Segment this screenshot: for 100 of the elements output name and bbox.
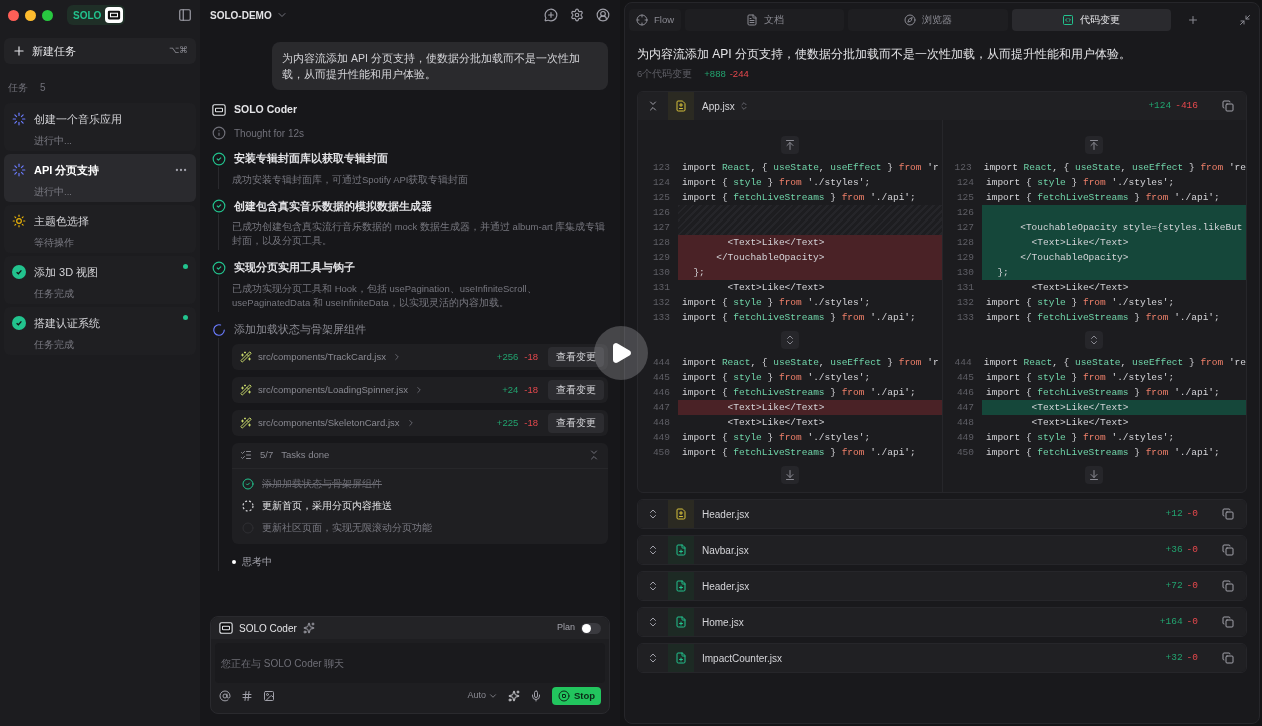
todo-item: 更新首页，采用分页内容推送 — [262, 499, 392, 513]
file-name[interactable]: ImpactCounter.jsx — [702, 650, 783, 666]
line-number: 131 — [651, 280, 671, 295]
lines-removed: -18 — [524, 415, 538, 430]
expand-up-icon — [784, 139, 796, 152]
code-line: import { fetchLiveStreams } from './api'; — [681, 385, 917, 400]
copy-icon[interactable] — [1222, 616, 1234, 629]
line-number: 447 — [651, 400, 671, 415]
line-number: 450 — [651, 445, 671, 460]
tools-icon[interactable] — [302, 622, 315, 634]
todo-label: Tasks done — [281, 448, 330, 463]
step-description: 已成功创建包含真实流行音乐数据的 mock 数据生成器，并通过 album-art 库集成专辑封面，以及分页工具。 — [232, 220, 607, 249]
expand-lines-button[interactable] — [781, 136, 799, 155]
account-icon[interactable] — [596, 8, 610, 22]
lines-added: +256 — [496, 349, 519, 364]
code-line: import React, { useState, useEffect } from 'r — [681, 355, 940, 370]
code-line: import { style } from './styles'; — [681, 370, 872, 385]
play-button[interactable] — [594, 326, 648, 380]
expand-lines-button[interactable] — [781, 466, 799, 485]
sparkle-icon[interactable] — [507, 690, 520, 702]
stop-button[interactable]: Stop — [551, 687, 601, 705]
caret-icon — [487, 691, 498, 701]
line-number: 446 — [651, 385, 671, 400]
panel-tab[interactable]: 浏览器 — [848, 9, 1008, 31]
task-item[interactable]: API 分页支持 进行中... — [4, 154, 196, 202]
file-name[interactable]: Header.jsx — [702, 578, 750, 594]
sidebar-toggle-icon[interactable] — [178, 8, 192, 22]
copy-icon[interactable] — [1222, 508, 1234, 521]
view-changes-button[interactable]: 查看变更 — [548, 412, 604, 433]
microphone-icon[interactable] — [529, 690, 542, 702]
copy-icon[interactable] — [1222, 100, 1234, 113]
copy-icon[interactable] — [1222, 544, 1234, 557]
expand-lines-button[interactable] — [1085, 136, 1103, 155]
code-line: import { fetchLiveStreams } from './api'; — [985, 310, 1221, 325]
line-number: 445 — [955, 370, 975, 385]
step-description: 已成功实现分页工具和 Hook，包括 usePagination、useInfiniteScroll、usePaginatedData 和 useInfiniteData，以实现灵活的内容加载。 — [232, 282, 538, 310]
lines-removed: -0 — [1186, 615, 1198, 630]
agent-selector[interactable]: SOLO Coder — [239, 620, 297, 636]
line-number: 130 — [651, 265, 671, 280]
new-task-button[interactable]: 新建任务 ⌥⌘ — [4, 38, 196, 64]
line-number: 129 — [651, 250, 671, 265]
file-name[interactable]: Home.jsx — [702, 614, 744, 630]
new-chat-icon[interactable] — [544, 8, 558, 22]
logo-icon — [105, 7, 124, 23]
line-number: 447 — [955, 400, 975, 415]
code-line: import React, { useState, useEffect } from 're — [982, 160, 1246, 175]
line-number: 123 — [953, 160, 973, 175]
thought-duration: Thought for 12s — [234, 126, 305, 141]
expand-up-icon — [1088, 139, 1100, 152]
panel-tab[interactable]: Flow — [629, 9, 681, 31]
file-name[interactable]: Header.jsx — [702, 506, 750, 522]
code-icon — [1062, 14, 1075, 26]
task-title: 添加 3D 视图 — [34, 265, 99, 280]
file-path[interactable]: src/components/LoadingSpinner.jsx — [258, 382, 408, 397]
model-selector[interactable]: Auto — [467, 689, 498, 703]
expand-lines-button[interactable] — [781, 331, 799, 350]
code-line: import { fetchLiveStreams } from './api'; — [681, 310, 917, 325]
line-number: 129 — [955, 250, 975, 265]
step-title: 创建包含真实音乐数据的模拟数据生成器 — [234, 198, 432, 214]
add-tab-icon[interactable] — [1187, 14, 1199, 26]
file-name[interactable]: App.jsx — [702, 98, 735, 114]
agent-name: SOLO Coder — [234, 102, 297, 117]
plan-switch[interactable] — [581, 622, 601, 634]
image-icon[interactable] — [263, 690, 275, 702]
line-number: 132 — [955, 295, 975, 310]
view-changes-button[interactable]: 查看变更 — [548, 379, 604, 400]
project-name[interactable]: SOLO-DEMO — [210, 7, 272, 23]
window-zoom-button[interactable] — [42, 9, 53, 21]
minimize-icon[interactable] — [1239, 14, 1251, 26]
mention-icon[interactable] — [219, 690, 231, 702]
line-number: 133 — [955, 310, 975, 325]
lines-added: +72 — [1165, 579, 1183, 594]
step-title: 实现分页实用工具与钩子 — [234, 260, 355, 276]
lines-removed: -18 — [524, 382, 538, 397]
expand-lines-button[interactable] — [1085, 466, 1103, 485]
flow-icon — [635, 14, 648, 26]
lines-added: +32 — [1165, 651, 1183, 666]
file-path[interactable]: src/components/SkeletonCard.jsx — [258, 415, 400, 430]
copy-icon[interactable] — [1222, 580, 1234, 593]
line-number: 448 — [955, 415, 975, 430]
lines-added: +225 — [496, 415, 519, 430]
file-path[interactable]: src/components/TrackCard.jsx — [258, 349, 386, 364]
loading-icon — [212, 322, 226, 337]
info-icon — [212, 126, 226, 141]
loading-icon — [12, 163, 26, 178]
change-title: 为内容流添加 API 分页支持，使数据分批加载而不是一次性加载，从而提升性能和用户体验。 — [637, 46, 1132, 63]
code-line: import { fetchLiveStreams } from './api'; — [681, 190, 917, 205]
expand-lines-button[interactable] — [1085, 331, 1103, 350]
window-close-button[interactable] — [8, 9, 19, 21]
copy-icon[interactable] — [1222, 652, 1234, 665]
message-input[interactable]: 您正在与 SOLO Coder 聊天 — [215, 643, 605, 683]
view-changes-button[interactable]: 查看变更 — [548, 346, 604, 367]
hash-icon[interactable] — [241, 690, 253, 702]
settings-icon[interactable] — [570, 8, 584, 22]
file-name[interactable]: Navbar.jsx — [702, 542, 749, 558]
user-message: 为内容流添加 API 分页支持，使数据分批加载而不是一次性加载，从而提升性能和用户体验。 — [272, 42, 608, 90]
panel-tab[interactable]: 代码变更 — [1011, 9, 1171, 31]
window-minimize-button[interactable] — [25, 9, 36, 21]
line-number: 128 — [651, 235, 671, 250]
panel-tab[interactable]: 文档 — [685, 9, 845, 31]
